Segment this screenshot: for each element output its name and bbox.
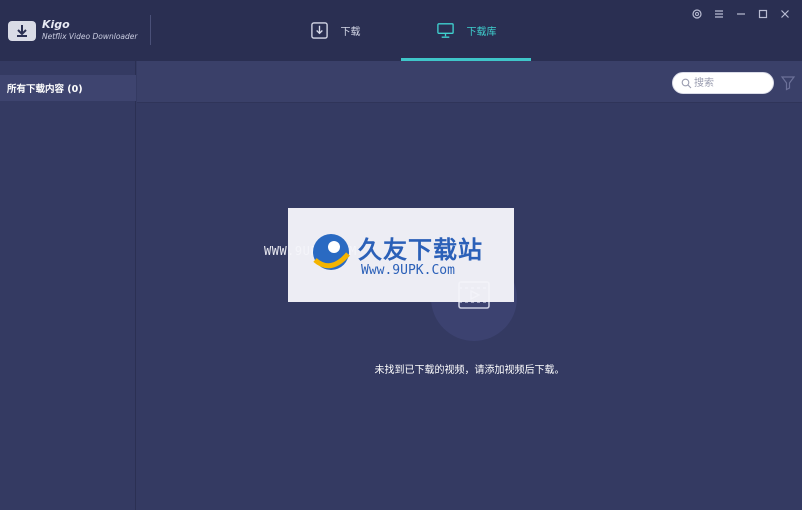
menu-button[interactable] [712,7,726,21]
download-tray-icon [310,22,328,39]
watermark-logo-icon [313,234,350,270]
tab-library[interactable]: 下载库 [401,0,531,61]
maximize-button[interactable] [756,7,770,21]
brand-divider [150,15,151,45]
close-icon [781,10,789,18]
minimize-button[interactable] [734,7,748,21]
sidebar: 所有下载内容 (0) [0,61,136,510]
search-icon [681,78,692,89]
filter-icon[interactable] [780,75,796,91]
empty-state-message: 未找到已下载的视频，请添加视频后下载。 [374,365,565,376]
tab-download-label: 下载 [340,27,361,38]
maximize-icon [758,9,768,19]
minimize-icon [737,13,745,15]
brand-subtitle: Netflix Video Downloader [42,32,138,41]
window-controls [690,7,792,21]
tab-library-label: 下载库 [466,27,497,38]
settings-button[interactable] [690,7,704,21]
search-box[interactable] [672,72,774,94]
brand-name: Kigo [42,18,70,31]
watermark-url: Www.9UPK.Com [361,263,455,278]
tab-download[interactable]: 下载 [270,0,400,61]
watermark-title: 久友下载站 [358,236,483,264]
sidebar-item-all-downloads[interactable]: 所有下载内容 (0) [0,75,136,101]
menu-icon [715,10,723,18]
search-input[interactable] [694,75,770,92]
watermark-overlay: 久友下载站 Www.9UPK.Com [288,208,514,302]
download-box-icon [8,21,36,41]
library-toolbar [137,61,802,103]
monitor-icon [436,23,454,38]
close-button[interactable] [778,7,792,21]
brand: Kigo Netflix Video Downloader [7,16,147,46]
gear-icon [692,9,702,19]
title-bar: Kigo Netflix Video Downloader 下载 下载库 [0,0,802,61]
